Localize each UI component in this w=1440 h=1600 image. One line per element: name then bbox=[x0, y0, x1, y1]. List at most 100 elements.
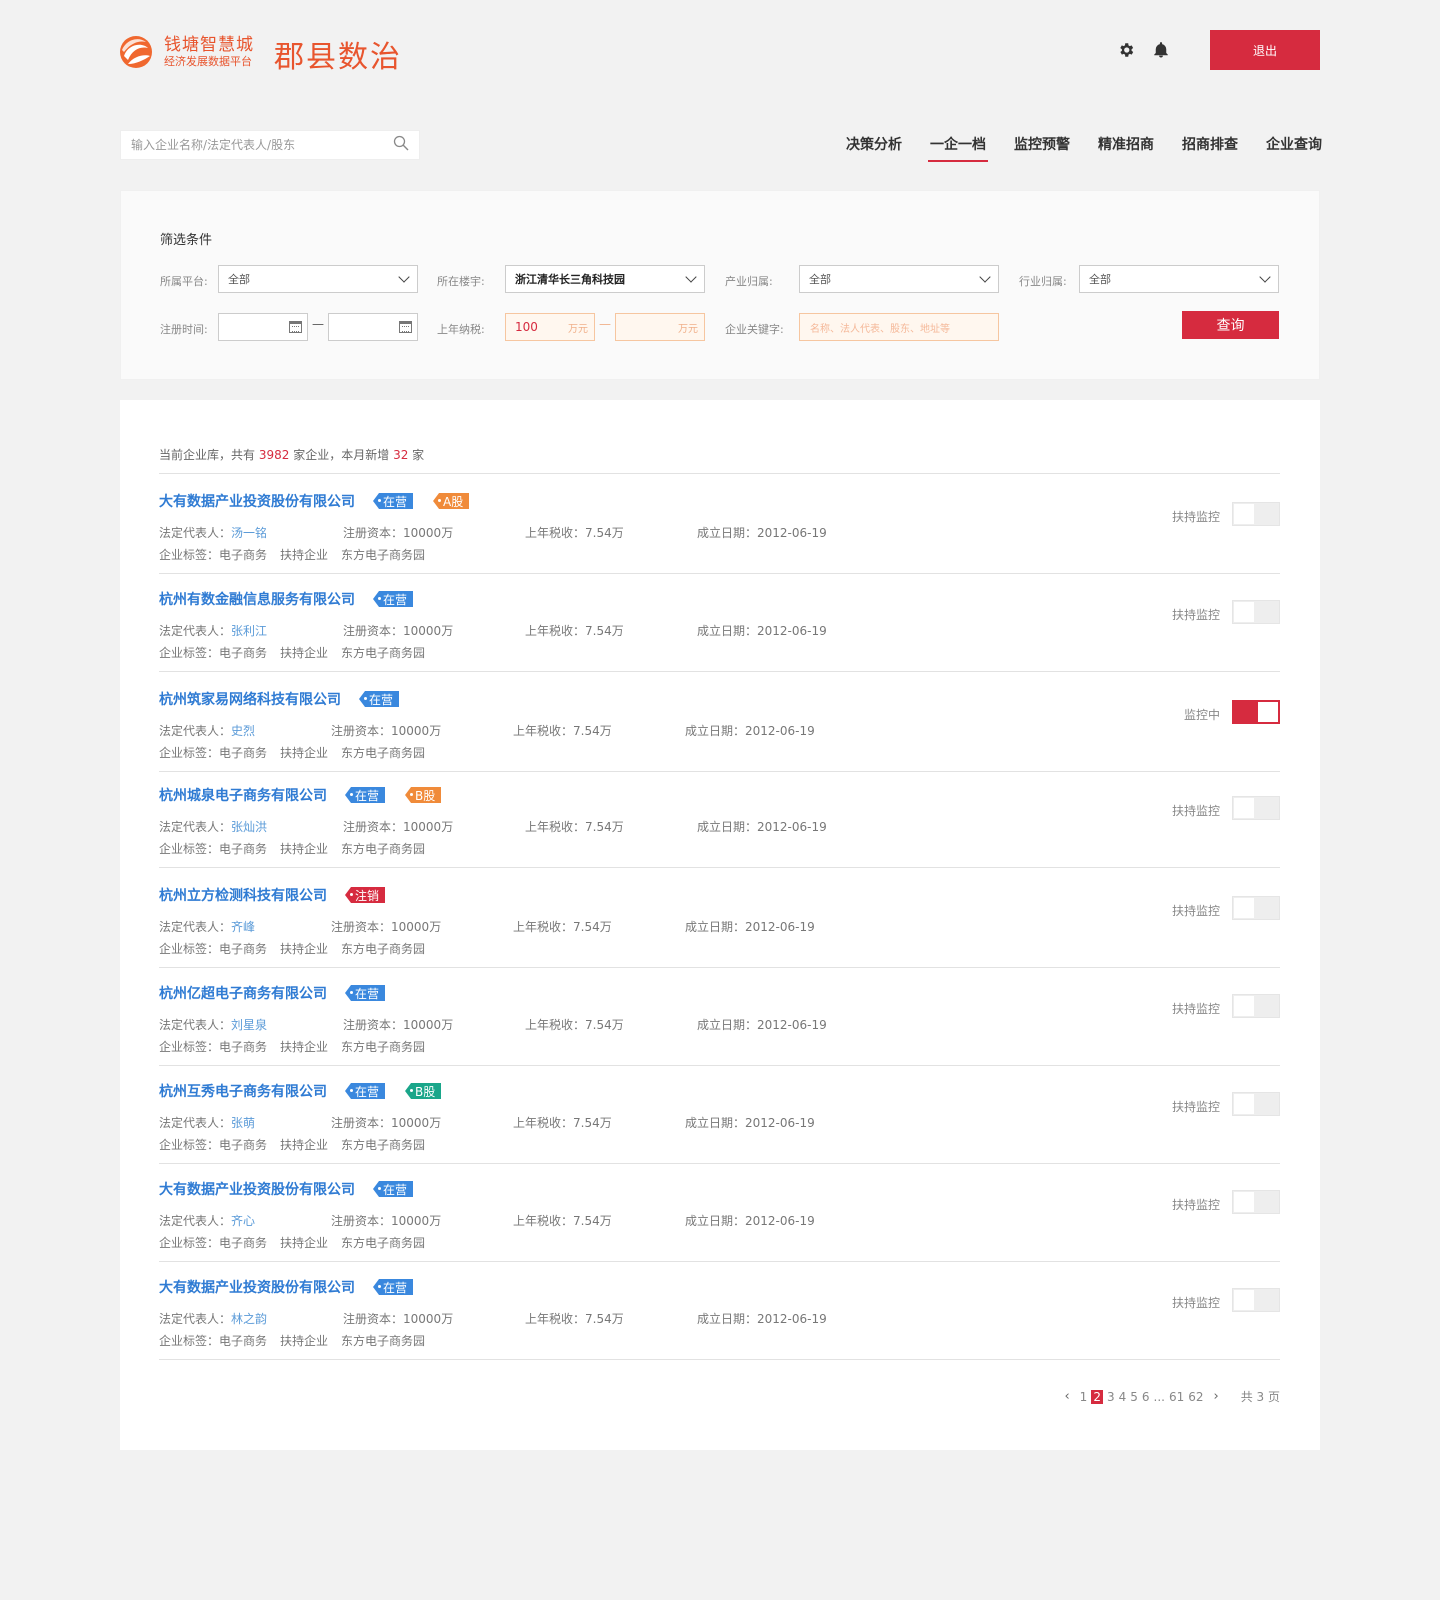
monitor-toggle[interactable] bbox=[1232, 1288, 1280, 1312]
company-row: 大有数据产业投资股份有限公司 在营 法定代表人：齐心 注册资本：10000万 上… bbox=[159, 1162, 1280, 1262]
legal-rep-value[interactable]: 汤一铭 bbox=[231, 526, 267, 540]
company-tag: 扶持企业 bbox=[280, 1138, 329, 1152]
page-number[interactable]: 3 bbox=[1107, 1390, 1115, 1404]
company-name-link[interactable]: 杭州筑家易网络科技有限公司 bbox=[159, 689, 341, 709]
summary-mid: 家企业，本月新增 bbox=[293, 448, 390, 462]
monitor-toggle[interactable] bbox=[1232, 700, 1280, 724]
capital-label: 注册资本： bbox=[343, 1312, 404, 1326]
calendar-icon[interactable] bbox=[399, 321, 412, 333]
search-icon[interactable] bbox=[393, 135, 409, 155]
founded-field: 成立日期：2012-06-19 bbox=[697, 622, 827, 639]
monitor-label: 扶持监控 bbox=[1171, 1100, 1220, 1114]
platform-select[interactable]: 全部 bbox=[218, 265, 418, 293]
tax-field: 上年税收：7.54万 bbox=[525, 622, 624, 639]
tax-max-input[interactable]: 万元 bbox=[615, 313, 705, 341]
company-name-link[interactable]: 杭州亿超电子商务有限公司 bbox=[159, 983, 327, 1003]
company-tag: 东方电子商务园 bbox=[341, 1040, 426, 1054]
company-name-link[interactable]: 大有数据产业投资股份有限公司 bbox=[159, 1179, 355, 1199]
nav-decision-analysis[interactable]: 决策分析 bbox=[846, 134, 902, 160]
legal-rep-label: 法定代表人： bbox=[159, 724, 232, 738]
legal-rep-value[interactable]: 张萌 bbox=[231, 1116, 255, 1130]
page-number[interactable]: 1 bbox=[1080, 1390, 1088, 1404]
calendar-icon[interactable] bbox=[289, 321, 302, 333]
company-name-link[interactable]: 大有数据产业投资股份有限公司 bbox=[159, 491, 355, 511]
monitor-toggle[interactable] bbox=[1232, 994, 1280, 1018]
tax-label: 上年税收： bbox=[525, 624, 586, 638]
company-tag: 东方电子商务园 bbox=[341, 746, 426, 760]
founded-field: 成立日期：2012-06-19 bbox=[697, 818, 827, 835]
status-tag: 在营 bbox=[373, 493, 414, 509]
status-tag: 在营 bbox=[345, 985, 386, 1001]
regtime-end-input[interactable] bbox=[328, 313, 418, 341]
page-number[interactable]: 6 bbox=[1142, 1390, 1150, 1404]
status-tag: 在营 bbox=[345, 787, 386, 803]
building-value: 浙江清华长三角科技园 bbox=[515, 273, 625, 286]
capital-label: 注册资本： bbox=[331, 920, 392, 934]
company-row: 大有数据产业投资股份有限公司 在营 法定代表人：林之韵 注册资本：10000万 … bbox=[159, 1260, 1280, 1360]
legal-rep-label: 法定代表人： bbox=[159, 1116, 232, 1130]
logout-button[interactable]: 退出 bbox=[1210, 30, 1320, 70]
company-name-link[interactable]: 杭州有数金融信息服务有限公司 bbox=[159, 589, 355, 609]
legal-rep-value[interactable]: 齐峰 bbox=[231, 920, 255, 934]
nav-investment-check[interactable]: 招商排查 bbox=[1182, 134, 1238, 160]
toggle-knob bbox=[1234, 1290, 1254, 1310]
legal-rep-value[interactable]: 刘星泉 bbox=[231, 1018, 267, 1032]
search-box[interactable] bbox=[120, 130, 420, 160]
page-number[interactable]: 2 bbox=[1091, 1389, 1103, 1404]
legal-rep-field: 法定代表人：林之韵 bbox=[159, 1310, 267, 1327]
company-tag: 电子商务 bbox=[219, 1040, 268, 1054]
building-select[interactable]: 浙江清华长三角科技园 bbox=[505, 265, 705, 293]
company-name-row: 杭州立方检测科技有限公司 注销 bbox=[159, 885, 386, 905]
nav-precise-investment[interactable]: 精准招商 bbox=[1098, 134, 1154, 160]
nav-company-profile[interactable]: 一企一档 bbox=[928, 134, 988, 162]
brand-logo[interactable]: 钱塘智慧城 经济发展数据平台 bbox=[118, 32, 254, 72]
page-number[interactable]: 4 bbox=[1119, 1390, 1127, 1404]
sector-value: 全部 bbox=[1089, 273, 1111, 286]
legal-rep-value[interactable]: 林之韵 bbox=[231, 1312, 267, 1326]
next-page-icon[interactable]: › bbox=[1214, 1389, 1219, 1404]
page-number[interactable]: 5 bbox=[1130, 1390, 1138, 1404]
company-tags: 企业标签：电子商务 扶持企业 东方电子商务园 bbox=[159, 1038, 438, 1055]
legal-rep-label: 法定代表人： bbox=[159, 920, 232, 934]
legal-rep-value[interactable]: 史烈 bbox=[231, 724, 255, 738]
page-number[interactable]: 61 bbox=[1169, 1390, 1184, 1404]
founded-value: 2012-06-19 bbox=[745, 724, 815, 738]
company-name-link[interactable]: 杭州立方检测科技有限公司 bbox=[159, 885, 327, 905]
founded-label: 成立日期： bbox=[697, 624, 758, 638]
capital-field: 注册资本：10000万 bbox=[343, 622, 453, 639]
gear-icon[interactable] bbox=[1116, 40, 1136, 60]
monitor-toggle[interactable] bbox=[1232, 600, 1280, 624]
tax-max-unit: 万元 bbox=[678, 323, 698, 335]
tax-label: 上年税收： bbox=[525, 820, 586, 834]
legal-rep-value[interactable]: 张灿洪 bbox=[231, 820, 267, 834]
capital-field: 注册资本：10000万 bbox=[331, 918, 441, 935]
search-input[interactable] bbox=[131, 138, 393, 152]
regtime-start-input[interactable] bbox=[218, 313, 308, 341]
sector-select[interactable]: 全部 bbox=[1079, 265, 1279, 293]
tax-value: 7.54万 bbox=[585, 1312, 624, 1326]
monitor-toggle[interactable] bbox=[1232, 896, 1280, 920]
keyword-input[interactable]: 名称、法人代表、股东、地址等 bbox=[799, 313, 999, 341]
page-number[interactable]: 62 bbox=[1188, 1390, 1203, 1404]
chevron-down-icon bbox=[1259, 271, 1271, 283]
monitor-toggle[interactable] bbox=[1232, 502, 1280, 526]
company-name-row: 杭州城泉电子商务有限公司 在营 B股 bbox=[159, 785, 442, 805]
prev-page-icon[interactable]: ‹ bbox=[1064, 1389, 1069, 1404]
capital-field: 注册资本：10000万 bbox=[331, 722, 441, 739]
company-name-link[interactable]: 杭州互秀电子商务有限公司 bbox=[159, 1081, 327, 1101]
industry-select[interactable]: 全部 bbox=[799, 265, 999, 293]
nav-monitor-alert[interactable]: 监控预警 bbox=[1014, 134, 1070, 160]
tax-min-input[interactable]: 100 万元 bbox=[505, 313, 595, 341]
tax-label: 上年税收： bbox=[513, 724, 574, 738]
legal-rep-value[interactable]: 齐心 bbox=[231, 1214, 255, 1228]
monitor-toggle[interactable] bbox=[1232, 1190, 1280, 1214]
tax-value: 7.54万 bbox=[573, 1116, 612, 1130]
monitor-toggle[interactable] bbox=[1232, 1092, 1280, 1116]
bell-icon[interactable] bbox=[1151, 40, 1171, 60]
query-button[interactable]: 查询 bbox=[1182, 311, 1279, 339]
nav-company-query[interactable]: 企业查询 bbox=[1266, 134, 1322, 160]
company-name-link[interactable]: 杭州城泉电子商务有限公司 bbox=[159, 785, 327, 805]
legal-rep-value[interactable]: 张利江 bbox=[231, 624, 267, 638]
company-name-link[interactable]: 大有数据产业投资股份有限公司 bbox=[159, 1277, 355, 1297]
monitor-toggle[interactable] bbox=[1232, 796, 1280, 820]
